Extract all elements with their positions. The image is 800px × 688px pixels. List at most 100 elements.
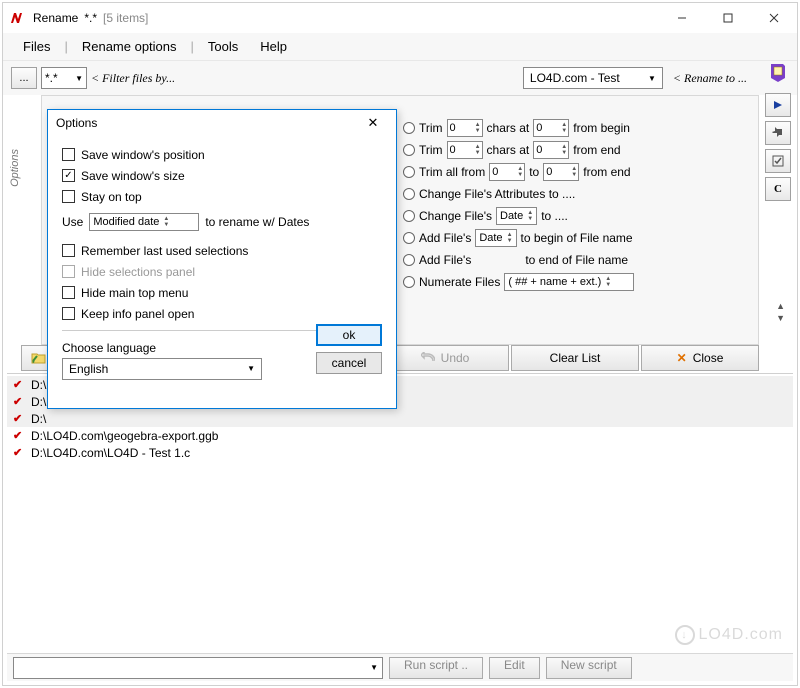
change-date-radio[interactable] — [403, 210, 415, 222]
rename-value: LO4D.com - Test — [530, 71, 620, 85]
list-item[interactable]: ✔D:\LO4D.com\LO4D - Test 1.c — [7, 444, 793, 461]
list-item[interactable]: ✔ D:\LO4D.com\geogebra-export.ggb — [7, 427, 793, 444]
filter-hint: < Filter files by... — [91, 71, 175, 86]
numerate-pattern-combo[interactable]: ( ## + name + ext.)▲▼ — [504, 273, 634, 291]
add-end-label2: to end of File name — [525, 253, 628, 267]
script-combo[interactable]: ▼ — [13, 657, 383, 679]
undo-icon — [421, 352, 435, 364]
file-list[interactable]: ✔D:\ ✔D:\ ✔D:\ ✔D:\LO4D.com\geogebra-exp… — [7, 373, 793, 647]
rename-combo[interactable]: LO4D.com - Test ▼ — [523, 67, 663, 89]
save-position-checkbox[interactable] — [62, 148, 75, 161]
close-button[interactable] — [751, 3, 797, 33]
help-icon[interactable] — [767, 61, 789, 83]
undo-button[interactable]: Undo — [381, 345, 509, 371]
trim-all-label: Trim all from — [419, 165, 485, 179]
numerate-radio[interactable] — [403, 276, 415, 288]
trim-begin-radio[interactable] — [403, 122, 415, 134]
check-icon: ✔ — [13, 395, 27, 408]
trim-label: Trim — [419, 143, 443, 157]
date-type-combo[interactable]: Date▲▼ — [496, 207, 537, 225]
browse-button[interactable]: ... — [11, 67, 37, 89]
trim-at-end-spin[interactable]: 0▲▼ — [533, 141, 569, 159]
menu-separator: | — [64, 39, 67, 54]
edit-script-button[interactable]: Edit — [489, 657, 540, 679]
file-path: D:\LO4D.com\geogebra-export.ggb — [31, 429, 218, 443]
add-begin-radio[interactable] — [403, 232, 415, 244]
remember-label: Remember last used selections — [81, 244, 248, 258]
ok-button[interactable]: ok — [316, 324, 382, 346]
menu-files[interactable]: Files — [15, 35, 58, 58]
play-button[interactable] — [765, 93, 791, 117]
trim-end-radio[interactable] — [403, 144, 415, 156]
change-attr-label: Change File's Attributes to .... — [419, 187, 575, 201]
menu-rename-options[interactable]: Rename options — [74, 35, 185, 58]
trim-at-spin[interactable]: 0▲▼ — [533, 119, 569, 137]
stay-on-top-label: Stay on top — [81, 190, 142, 204]
menu-separator: | — [191, 39, 194, 54]
trim-label: Trim — [419, 121, 443, 135]
trim-at-label: chars at — [487, 143, 530, 157]
menu-help[interactable]: Help — [252, 35, 295, 58]
clear-list-button[interactable]: Clear List — [511, 345, 639, 371]
title-item-count: [5 items] — [103, 11, 148, 25]
watermark-text: LO4D.com — [699, 626, 783, 644]
minimize-button[interactable] — [659, 3, 705, 33]
close-panel-button[interactable]: ✕ Close — [641, 345, 759, 371]
dialog-titlebar[interactable]: Options ✕ — [48, 110, 396, 136]
options-tab[interactable]: Options — [7, 143, 23, 193]
chevron-down-icon: ▼ — [370, 663, 378, 672]
cancel-button[interactable]: cancel — [316, 352, 382, 374]
keep-info-checkbox[interactable] — [62, 307, 75, 320]
rename-hint: < Rename to ... — [673, 71, 747, 86]
title-filter: *.* — [84, 11, 97, 25]
filter-value: *.* — [45, 71, 58, 85]
check-icon: ✔ — [13, 378, 27, 391]
chevron-down-icon: ▼ — [648, 74, 656, 83]
change-attr-radio[interactable] — [403, 188, 415, 200]
check-icon: ✔ — [13, 429, 27, 442]
trim-all-from-spin[interactable]: 0▲▼ — [489, 163, 525, 181]
list-item[interactable]: ✔D:\ — [7, 410, 793, 427]
dialog-close-button[interactable]: ✕ — [358, 115, 388, 131]
panel-scroll-arrows[interactable]: ▲▼ — [776, 301, 785, 323]
date-mode-combo[interactable]: Modified date▲▼ — [89, 213, 199, 231]
language-combo[interactable]: English▼ — [62, 358, 262, 380]
trim-chars-spin[interactable]: 0▲▼ — [447, 119, 483, 137]
save-position-label: Save window's position — [81, 148, 205, 162]
add-end-radio[interactable] — [403, 254, 415, 266]
choose-language-label: Choose language — [62, 341, 156, 355]
clear-button[interactable]: C — [765, 177, 791, 201]
app-icon — [9, 10, 25, 26]
trim-at-label: chars at — [487, 121, 530, 135]
clear-list-label: Clear List — [550, 351, 601, 365]
add-date-combo[interactable]: Date▲▼ — [475, 229, 516, 247]
file-path: D:\ — [31, 378, 46, 392]
maximize-button[interactable] — [705, 3, 751, 33]
new-script-button[interactable]: New script — [546, 657, 632, 679]
add-begin-label2: to begin of File name — [521, 231, 633, 245]
menu-bar: Files | Rename options | Tools Help — [3, 33, 797, 61]
trim-all-to-label: to — [529, 165, 539, 179]
status-bar: ▼ Run script .. Edit New script — [7, 653, 793, 681]
check-button[interactable] — [765, 149, 791, 173]
undo-label: Undo — [441, 351, 470, 365]
trim-all-radio[interactable] — [403, 166, 415, 178]
hide-selections-label: Hide selections panel — [81, 265, 195, 279]
save-size-checkbox[interactable]: ✓ — [62, 169, 75, 182]
hide-menu-checkbox[interactable] — [62, 286, 75, 299]
options-dialog: Options ✕ Save window's position ✓Save w… — [47, 109, 397, 409]
run-script-button[interactable]: Run script .. — [389, 657, 483, 679]
chevron-down-icon: ▼ — [75, 74, 83, 83]
chevron-down-icon: ▼ — [247, 364, 255, 373]
trim-chars-end-spin[interactable]: 0▲▼ — [447, 141, 483, 159]
file-path: D:\ — [31, 395, 46, 409]
stay-on-top-checkbox[interactable] — [62, 190, 75, 203]
filter-combo[interactable]: *.* ▼ — [41, 67, 87, 89]
dialog-title: Options — [56, 116, 97, 130]
use-suffix-label: to rename w/ Dates — [205, 215, 309, 229]
pin-button[interactable] — [765, 121, 791, 145]
remember-checkbox[interactable] — [62, 244, 75, 257]
trim-all-to-spin[interactable]: 0▲▼ — [543, 163, 579, 181]
menu-tools[interactable]: Tools — [200, 35, 246, 58]
file-path: D:\ — [31, 412, 46, 426]
